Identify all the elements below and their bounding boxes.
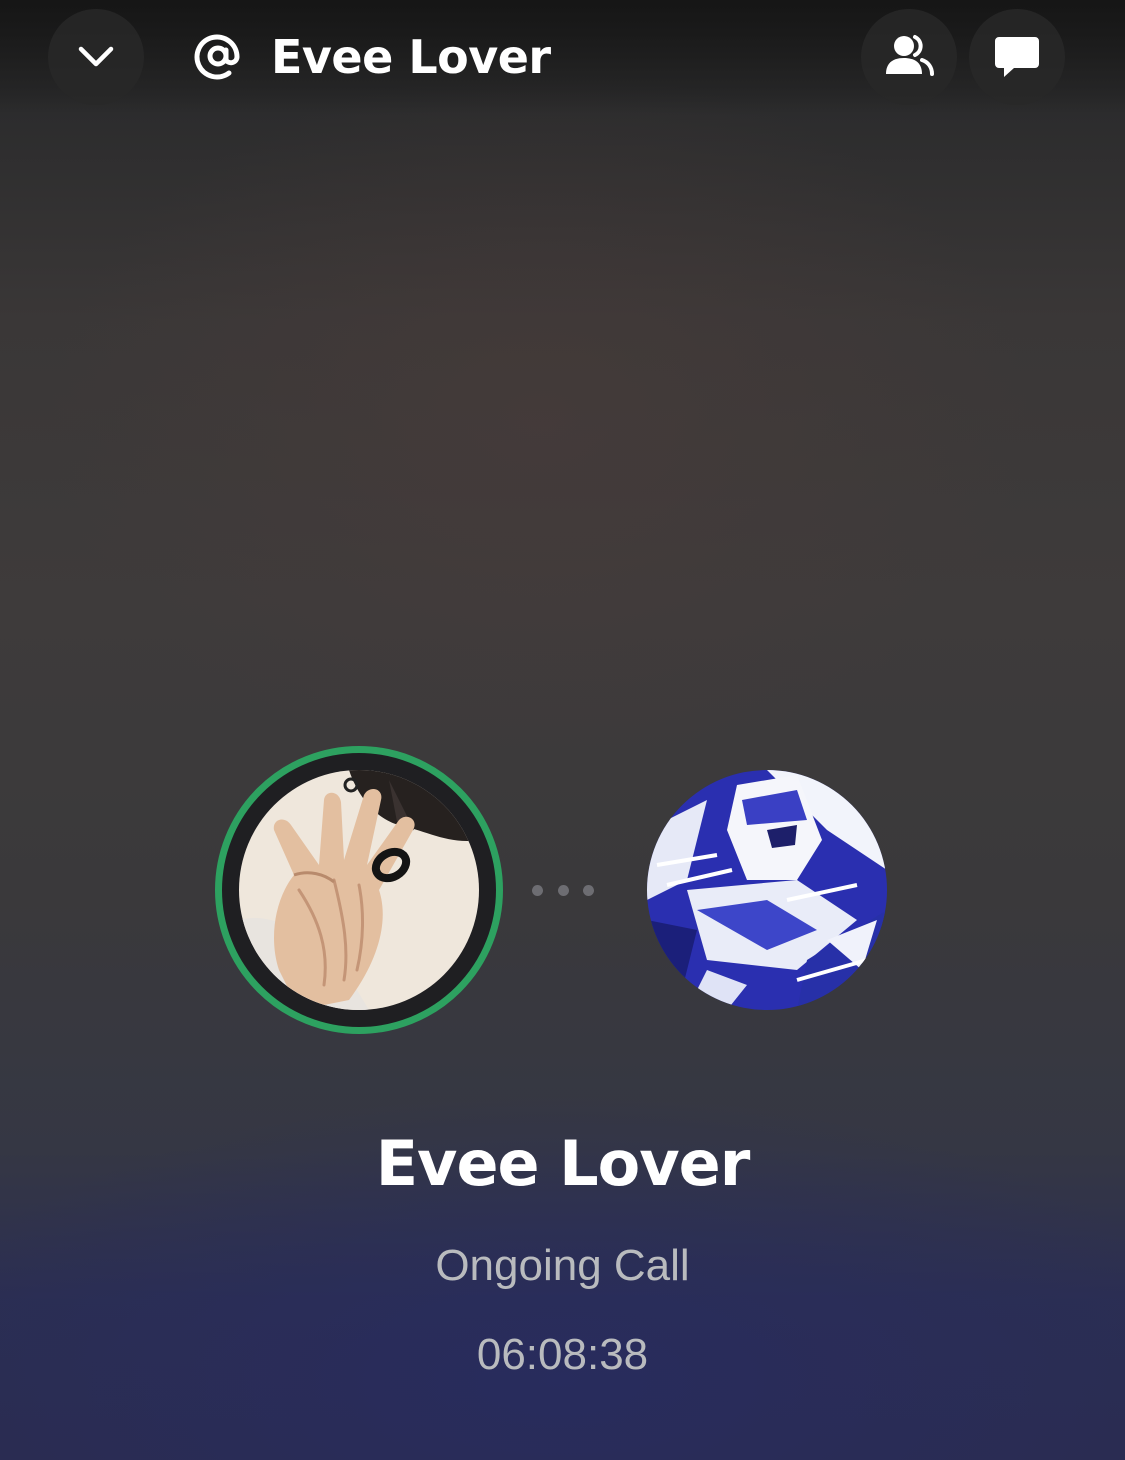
callee-name: Evee Lover [375,1127,751,1200]
call-timer: 06:08:38 [476,1330,649,1379]
callee-avatar[interactable] [647,770,887,1010]
blue-armored-character-avatar [647,770,887,1010]
chevron-down-icon [78,46,114,67]
self-avatar[interactable] [239,770,479,1010]
at-sign-icon [194,34,240,80]
dot [583,884,594,896]
page-title: Evee Lover [271,30,551,84]
members-button[interactable] [861,9,957,105]
members-icon [886,35,934,76]
dot [532,884,543,896]
dot [557,884,569,896]
chat-bubble-icon [995,37,1039,77]
call-status: Ongoing Call [435,1241,690,1290]
collapse-button[interactable] [48,9,144,105]
hand-with-ring-avatar [239,770,479,1010]
connection-dots [532,883,594,897]
chat-button[interactable] [969,9,1065,105]
